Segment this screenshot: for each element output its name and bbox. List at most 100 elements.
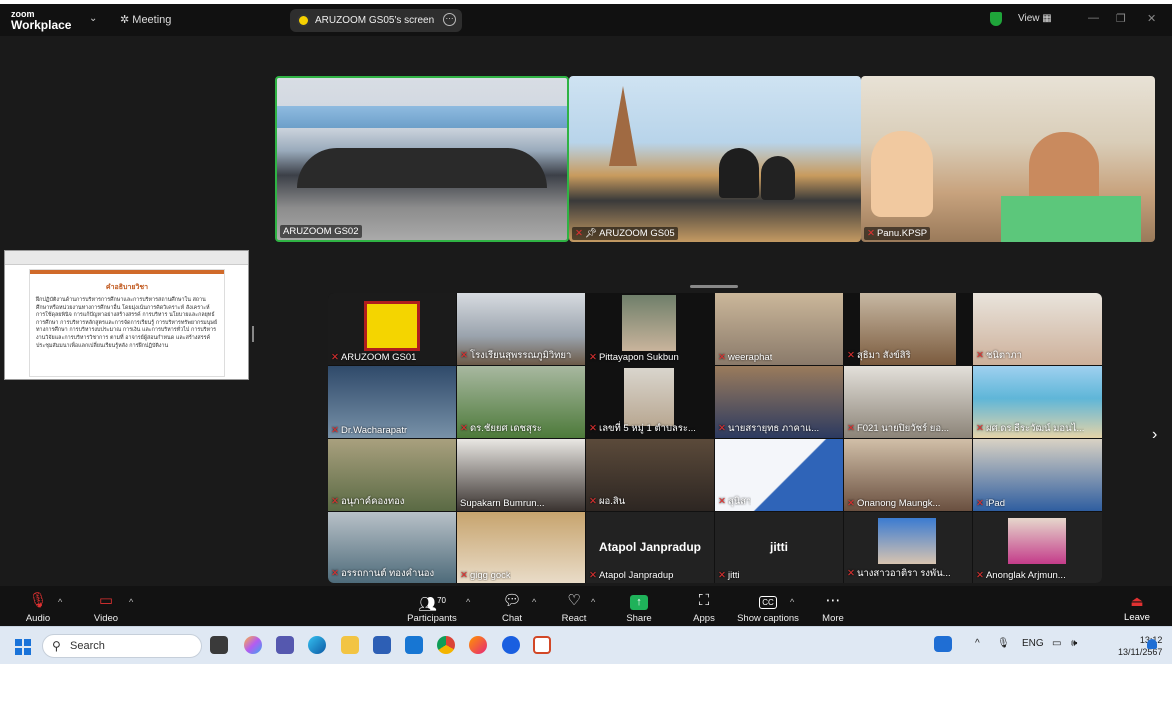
gallery-tile[interactable]: ✕ iPad — [973, 439, 1102, 511]
gallery-tile[interactable]: ✕ F021 นายปิยวัชร์ ยอ... — [844, 366, 972, 438]
file-explorer-icon[interactable] — [341, 636, 359, 654]
gallery-tile[interactable]: ✕ สุธิมา สังข์สิริ — [844, 293, 972, 365]
gallery-tile[interactable]: ✕ เลขที่ 5 หมู่ 1 ตำบลระ... — [586, 366, 714, 438]
react-caret-icon[interactable]: ^ — [591, 597, 595, 607]
gallery-tile[interactable]: ✕ โรงเรียนสุพรรณภูมิวิทยา — [457, 293, 585, 365]
leave-button[interactable]: ⏏ Leave — [1120, 590, 1154, 623]
gallery-tile[interactable]: Atapol Janpradup ✕ Atapol Janpradup — [586, 512, 714, 583]
captions-button[interactable]: CC Show captions — [735, 590, 801, 624]
muted-mic-icon: ✕ — [718, 352, 726, 363]
react-button[interactable]: ♡ React — [549, 590, 599, 624]
muted-mic-icon: ✕ — [575, 228, 583, 239]
chat-button[interactable]: 💬︎ Chat — [487, 590, 537, 624]
pin-icon: 📌︎ — [584, 228, 598, 239]
participants-count: 70 — [437, 596, 446, 605]
participant-name: ✕ jitti — [718, 570, 740, 581]
gallery-tile[interactable]: ✕ Onanong Maungk... — [844, 439, 972, 511]
video-button[interactable]: ▭ Video — [81, 590, 131, 624]
video-tile-speaker-1[interactable]: ARUZOOM GS02 — [275, 76, 569, 242]
volume-icon[interactable]: 🕪︎ — [1071, 638, 1077, 649]
video-options-caret-icon[interactable]: ^ — [129, 597, 133, 607]
participant-display-name: Atapol Janpradup — [598, 540, 701, 554]
gallery-tile[interactable]: ✕ นายสรายุทธ ภาคาแ... — [715, 366, 843, 438]
participant-name: ARUZOOM GS02 — [280, 225, 362, 238]
video-tile-speaker-2[interactable]: ✕ 📌︎ ARUZOOM GS05 — [569, 76, 861, 242]
network-icon[interactable]: ▭ — [1052, 638, 1061, 649]
restore-icon[interactable]: ❐ — [1116, 12, 1126, 25]
leave-label: Leave — [1124, 612, 1150, 623]
store-icon[interactable] — [373, 636, 391, 654]
participants-caret-icon[interactable]: ^ — [466, 597, 470, 607]
gallery-tile[interactable]: ✕ สุนิสา — [715, 439, 843, 511]
gallery-tile[interactable]: ✕ Pittayapon Sukbun — [586, 293, 714, 365]
microphone-icon[interactable]: 🎙︎ — [997, 638, 1010, 649]
view-button[interactable]: View ▦ — [1018, 13, 1052, 24]
gallery-tile[interactable]: ✕ ผศ.ดร.ธีระวัฒน์ มอนไ... — [973, 366, 1102, 438]
chrome-icon[interactable] — [437, 636, 455, 654]
gallery-tile[interactable]: ✕ อรรถกานต์ ทองคำนอง — [328, 512, 456, 583]
more-label: More — [822, 613, 844, 624]
security-shield-icon[interactable] — [990, 12, 1002, 26]
firefox-icon[interactable] — [469, 636, 487, 654]
gallery-tile[interactable]: ✕ gigg gock — [457, 512, 585, 583]
participant-name: ✕ อรรถกานต์ ทองคำนอง — [331, 568, 435, 579]
more-options-icon[interactable]: ··· — [443, 13, 456, 26]
taskbar-search[interactable]: ⚲ Search — [42, 634, 202, 658]
participants-button[interactable]: 👥︎70 Participants — [407, 590, 457, 624]
gallery-tile[interactable]: ✕ ผอ.สิน — [586, 439, 714, 511]
chat-caret-icon[interactable]: ^ — [532, 597, 536, 607]
gallery-tile[interactable]: ✕ ดร.ชัยยศ เดชสุระ — [457, 366, 585, 438]
teams-icon[interactable] — [276, 636, 294, 654]
chevron-down-icon[interactable]: ⌄ — [89, 13, 97, 24]
zoom-window: zoom Workplace ⌄ ✲ Meeting ARUZOOM GS05'… — [0, 4, 1172, 626]
participant-name: ✕ Dr.Wacharapatr — [331, 425, 408, 436]
gallery-tile[interactable]: ✕ ชนิตาภา — [973, 293, 1102, 365]
powerpoint-icon[interactable] — [533, 636, 551, 654]
panel-grip[interactable] — [690, 285, 738, 288]
audio-options-caret-icon[interactable]: ^ — [58, 597, 62, 607]
video-tile-speaker-3[interactable]: ✕ Panu.KPSP — [861, 76, 1155, 242]
screen: zoom Workplace ⌄ ✲ Meeting ARUZOOM GS05'… — [0, 0, 1172, 718]
windows-start-icon[interactable] — [15, 639, 31, 655]
participant-display-name: jitti — [770, 540, 788, 554]
notification-bell-icon[interactable] — [1147, 639, 1157, 649]
participant-name: ✕ Atapol Janpradup — [589, 570, 674, 581]
screen-share-pill[interactable]: ARUZOOM GS05's screen ··· — [290, 9, 462, 32]
muted-mic-icon: ✕ — [331, 425, 339, 436]
audio-button[interactable]: 🎙︎ Audio — [13, 590, 63, 624]
gallery-tile[interactable]: ✕ นางสาวอาติรา รงพัน... — [844, 512, 972, 583]
close-icon[interactable]: ✕ — [1147, 12, 1156, 25]
share-button[interactable]: ↑ Share — [614, 590, 664, 624]
zoom-app-icon[interactable] — [502, 636, 520, 654]
copilot-icon[interactable] — [244, 636, 262, 654]
apps-button[interactable]: ⛶ Apps — [679, 590, 729, 624]
language-indicator[interactable]: ENG — [1022, 638, 1044, 649]
chevron-up-icon[interactable]: ^ — [975, 638, 980, 649]
gallery-tile[interactable]: ✕ อนุภาค์คองทอง — [328, 439, 456, 511]
gallery-tile[interactable]: ✕ Anonglak Arjmun... — [973, 512, 1102, 583]
muted-mic-icon: ✕ — [847, 423, 855, 434]
gallery-tile[interactable]: Supakarn Bumrun... — [457, 439, 585, 511]
shared-screen-thumbnail[interactable]: คำอธิบายวิชา ฝึกปฏิบัติงานด้านการบริหารก… — [4, 250, 249, 380]
gallery-tile[interactable]: ✕ ARUZOOM GS01 — [328, 293, 456, 365]
muted-mic-icon: ✕ — [460, 570, 468, 581]
participant-name: ✕ Pittayapon Sukbun — [589, 352, 679, 363]
task-view-icon[interactable] — [210, 636, 228, 654]
next-page-arrow-icon[interactable]: › — [1152, 426, 1157, 444]
gallery-tile[interactable]: ✕ Dr.Wacharapatr — [328, 366, 456, 438]
muted-mic-icon: 🎙︎ — [28, 592, 48, 609]
muted-mic-icon: ✕ — [847, 498, 855, 509]
more-button[interactable]: ⋯ More — [808, 590, 858, 624]
captions-caret-icon[interactable]: ^ — [790, 597, 794, 607]
mail-icon[interactable] — [405, 636, 423, 654]
grid-view-icon: ▦ — [1042, 13, 1052, 24]
resize-handle[interactable] — [252, 326, 254, 342]
zoom-logo: zoom Workplace — [11, 9, 71, 31]
meeting-menu[interactable]: ✲ Meeting — [120, 13, 171, 26]
meeting-icon: ✲ — [120, 14, 130, 26]
widgets-icon[interactable] — [934, 636, 952, 652]
edge-icon[interactable] — [308, 636, 326, 654]
gallery-tile[interactable]: jitti ✕ jitti — [715, 512, 843, 583]
minimize-icon[interactable]: — — [1088, 12, 1099, 24]
gallery-tile[interactable]: ✕ weeraphat — [715, 293, 843, 365]
